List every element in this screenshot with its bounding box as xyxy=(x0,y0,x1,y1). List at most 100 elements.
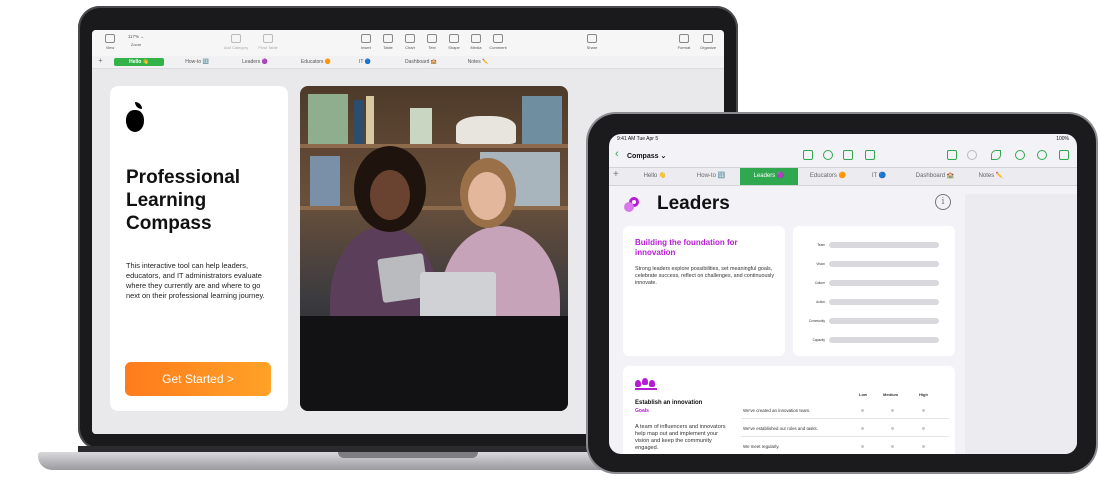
tab-educators[interactable]: Educators 🟠 xyxy=(799,170,857,183)
intro-description: This interactive tool can help leaders, … xyxy=(126,261,265,300)
rating-radio[interactable] xyxy=(922,427,925,430)
chart-icon xyxy=(405,34,415,43)
shape-icon xyxy=(449,34,459,43)
innovation-card: Establish an innovation Goals A team of … xyxy=(623,366,955,454)
laptop-notch xyxy=(338,452,478,458)
bar-label: Vision xyxy=(816,262,825,266)
share-button[interactable]: Share xyxy=(576,34,608,50)
rating-radio[interactable] xyxy=(861,427,864,430)
organize-button[interactable]: Organize xyxy=(692,34,724,50)
bar-label: Action xyxy=(816,300,825,304)
table-icon xyxy=(383,34,393,43)
tab-dashboard[interactable]: Dashboard 🏫 xyxy=(392,58,450,66)
organize-icon xyxy=(703,34,713,43)
comment-icon xyxy=(493,34,503,43)
tab-hello[interactable]: Hello 👋 xyxy=(114,58,164,66)
leaders-icon xyxy=(624,197,639,212)
rating-radio[interactable] xyxy=(891,427,894,430)
ipad-toolbar: ‹ Compass ⌄ xyxy=(609,148,1077,166)
tab-educators[interactable]: Educators 🟠 xyxy=(288,58,344,66)
table-row: We meet regularly. xyxy=(743,444,780,449)
tab-leaders[interactable]: Leaders 🟣 xyxy=(230,58,280,66)
table-row: We've created an innovation team. xyxy=(743,408,811,413)
bar-label: Culture xyxy=(814,281,825,285)
status-battery: 100% xyxy=(1056,136,1069,142)
share-icon[interactable] xyxy=(947,150,957,160)
tab-how-to[interactable]: How-to 🔢 xyxy=(172,58,222,66)
rating-radio[interactable] xyxy=(861,409,864,412)
rating-radio[interactable] xyxy=(891,409,894,412)
compass-bars-card: Team Vision Culture Action Community Capacity xyxy=(793,226,955,356)
innovation-body: A team of influencers and innovators hel… xyxy=(635,424,726,451)
document-name[interactable]: Compass ⌄ xyxy=(627,152,666,160)
more-icon[interactable] xyxy=(1037,150,1047,160)
bar-label: Community xyxy=(808,319,825,323)
col-medium: Medium xyxy=(883,392,899,397)
tab-leaders[interactable]: Leaders 🟣 xyxy=(740,168,798,185)
innovation-heading: Establish an innovation xyxy=(635,400,703,406)
col-high: High xyxy=(919,392,928,397)
clock-icon[interactable] xyxy=(823,150,833,160)
tab-it[interactable]: IT 🔵 xyxy=(857,170,901,183)
text-icon xyxy=(427,34,437,43)
compass-bar xyxy=(829,280,939,286)
add-category-icon xyxy=(231,34,241,43)
document-icon[interactable] xyxy=(1059,150,1069,160)
tab-notes[interactable]: Notes ✏️ xyxy=(456,58,500,66)
view-icon xyxy=(105,34,115,43)
rating-radio[interactable] xyxy=(861,445,864,448)
compass-bar xyxy=(829,337,939,343)
sheet-margin xyxy=(965,194,1077,454)
back-chevron-icon[interactable]: ‹ xyxy=(615,148,619,160)
page-title: Professional Learning Compass xyxy=(126,167,241,234)
rating-radio[interactable] xyxy=(922,445,925,448)
insert-icon xyxy=(361,34,371,43)
pivot-table-button[interactable]: Pivot Table xyxy=(252,34,284,50)
format-icon xyxy=(679,34,689,43)
comment-button[interactable]: Comment xyxy=(482,34,514,50)
ipad-screen: 9:41 AM Tue Apr 5 100% ‹ Compass ⌄ + Hel… xyxy=(609,134,1077,454)
media-icon xyxy=(471,34,481,43)
tab-dashboard[interactable]: Dashboard 🏫 xyxy=(905,170,965,183)
col-low: Low xyxy=(859,392,867,397)
foundation-heading: Building the foundation for innovation xyxy=(635,238,738,257)
sheet-tabs: + Hello 👋 How-to 🔢 Leaders 🟣 Educators 🟠… xyxy=(92,56,724,69)
compass-bar xyxy=(829,318,939,324)
foundation-card: Building the foundation for innovation S… xyxy=(623,226,785,356)
brush-icon[interactable] xyxy=(991,150,1001,160)
bar-label: Team xyxy=(817,243,825,247)
apple-logo xyxy=(126,110,144,132)
info-icon[interactable]: i xyxy=(935,194,951,210)
table-row: We've established our roles and tasks. xyxy=(743,426,818,431)
numbers-toolbar: View 117% ⌄ Zoom Add Category Pivot Tabl… xyxy=(92,30,724,57)
apple-logo-leaf xyxy=(135,102,142,109)
tab-how-to[interactable]: How-to 🔢 xyxy=(683,170,739,183)
table-icon[interactable] xyxy=(803,150,813,160)
people-icon xyxy=(642,378,648,385)
share-icon xyxy=(587,34,597,43)
welcome-card: Professional Learning Compass This inter… xyxy=(110,86,288,411)
add-icon[interactable] xyxy=(1015,150,1025,160)
undo-icon[interactable] xyxy=(967,150,977,160)
add-sheet-icon[interactable]: + xyxy=(613,169,619,180)
page-title: Leaders xyxy=(657,193,730,214)
compass-bar xyxy=(829,299,939,305)
compass-bar xyxy=(829,242,939,248)
rating-radio[interactable] xyxy=(891,445,894,448)
add-sheet-icon[interactable]: + xyxy=(98,56,103,65)
tab-notes[interactable]: Notes ✏️ xyxy=(967,170,1015,183)
tab-hello[interactable]: Hello 👋 xyxy=(627,170,683,183)
media-icon[interactable] xyxy=(865,150,875,160)
bar-label: Capacity xyxy=(812,338,825,342)
zoom-value: 117% ⌄ xyxy=(127,34,145,39)
shapes-icon[interactable] xyxy=(843,150,853,160)
compass-bar xyxy=(829,261,939,267)
hero-photo xyxy=(300,86,568,411)
get-started-button[interactable]: Get Started > xyxy=(125,362,271,396)
tab-it[interactable]: IT 🔵 xyxy=(350,58,380,66)
innovation-subheading: Goals xyxy=(635,408,649,414)
zoom-button[interactable]: 117% ⌄ Zoom xyxy=(120,34,152,47)
status-time: 9:41 AM Tue Apr 5 xyxy=(617,136,659,142)
add-category-button[interactable]: Add Category xyxy=(220,34,252,50)
rating-radio[interactable] xyxy=(922,409,925,412)
